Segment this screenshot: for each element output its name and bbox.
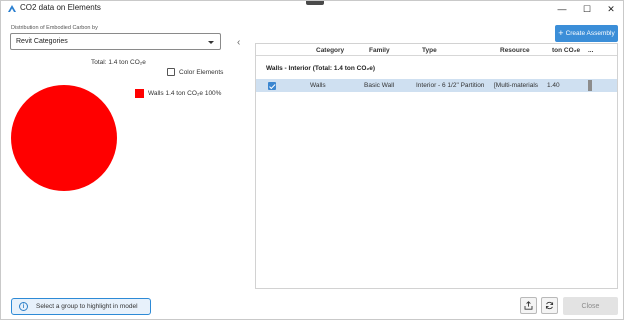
legend-swatch-walls bbox=[135, 89, 144, 98]
cell-family: Basic Wall bbox=[364, 82, 395, 89]
distribution-label: Distribution of Embodied Carbon by bbox=[11, 25, 98, 31]
minimize-button[interactable]: — bbox=[550, 1, 574, 17]
column-header-family[interactable]: Family bbox=[369, 47, 390, 54]
chevron-down-icon bbox=[208, 41, 214, 44]
group-header[interactable]: Walls - Interior (Total: 1.4 ton CO₂e) bbox=[266, 65, 375, 72]
cell-co2: 1.40 bbox=[547, 82, 560, 89]
close-window-button[interactable]: ✕ bbox=[599, 1, 623, 17]
cell-resource: [Multi-materials bbox=[494, 82, 539, 89]
close-button[interactable]: Close bbox=[563, 297, 618, 315]
column-header-more[interactable]: ... bbox=[588, 47, 593, 54]
chevron-left-icon[interactable]: ‹ bbox=[237, 38, 240, 48]
row-scrollbar[interactable] bbox=[588, 80, 592, 91]
distribution-dropdown[interactable]: Revit Categories bbox=[10, 33, 221, 50]
column-header-type[interactable]: Type bbox=[422, 47, 437, 54]
maximize-button[interactable]: ☐ bbox=[575, 1, 599, 17]
status-message: i Select a group to highlight in model bbox=[11, 298, 151, 315]
pie-chart[interactable] bbox=[9, 83, 119, 193]
column-header-resource[interactable]: Resource bbox=[500, 47, 530, 54]
chart-title: Total: 1.4 ton CO₂e bbox=[91, 59, 146, 66]
column-header-co2[interactable]: ton CO₂e bbox=[552, 47, 580, 54]
export-icon bbox=[524, 301, 533, 310]
distribution-dropdown-value: Revit Categories bbox=[16, 38, 68, 45]
elements-table: Category Family Type Resource ton CO₂e .… bbox=[255, 43, 618, 289]
refresh-button[interactable] bbox=[541, 297, 558, 314]
color-elements-checkbox[interactable] bbox=[167, 68, 175, 76]
color-elements-label: Color Elements bbox=[179, 68, 224, 76]
title-bar: CO2 data on Elements — ☐ ✕ bbox=[1, 1, 623, 17]
app-logo-icon bbox=[8, 5, 16, 12]
row-checkbox[interactable] bbox=[268, 82, 276, 90]
info-icon: i bbox=[19, 302, 28, 311]
cell-category: Walls bbox=[310, 82, 326, 89]
column-header-category[interactable]: Category bbox=[316, 47, 344, 54]
cell-type: Interior - 6 1/2" Partition bbox=[416, 82, 485, 89]
plus-icon: + bbox=[558, 28, 564, 38]
table-row[interactable]: Walls Basic Wall Interior - 6 1/2" Parti… bbox=[256, 79, 617, 92]
color-elements-toggle[interactable]: Color Elements bbox=[167, 68, 223, 76]
legend-label-walls: Walls 1.4 ton CO₂e 100% bbox=[148, 90, 222, 97]
window-drag-handle[interactable] bbox=[306, 1, 324, 5]
pie-slice-walls[interactable] bbox=[11, 85, 117, 191]
chart-legend: Walls 1.4 ton CO₂e 100% bbox=[135, 89, 221, 98]
status-text: Select a group to highlight in model bbox=[36, 303, 138, 310]
create-assembly-button[interactable]: + Create Assembly bbox=[555, 25, 618, 42]
create-assembly-label: Create Assembly bbox=[565, 30, 615, 37]
window-title: CO2 data on Elements bbox=[20, 3, 101, 12]
table-header: Category Family Type Resource ton CO₂e .… bbox=[256, 44, 617, 56]
refresh-icon bbox=[545, 301, 554, 310]
app-window: CO2 data on Elements — ☐ ✕ Distribution … bbox=[0, 0, 624, 320]
export-button[interactable] bbox=[520, 297, 537, 314]
